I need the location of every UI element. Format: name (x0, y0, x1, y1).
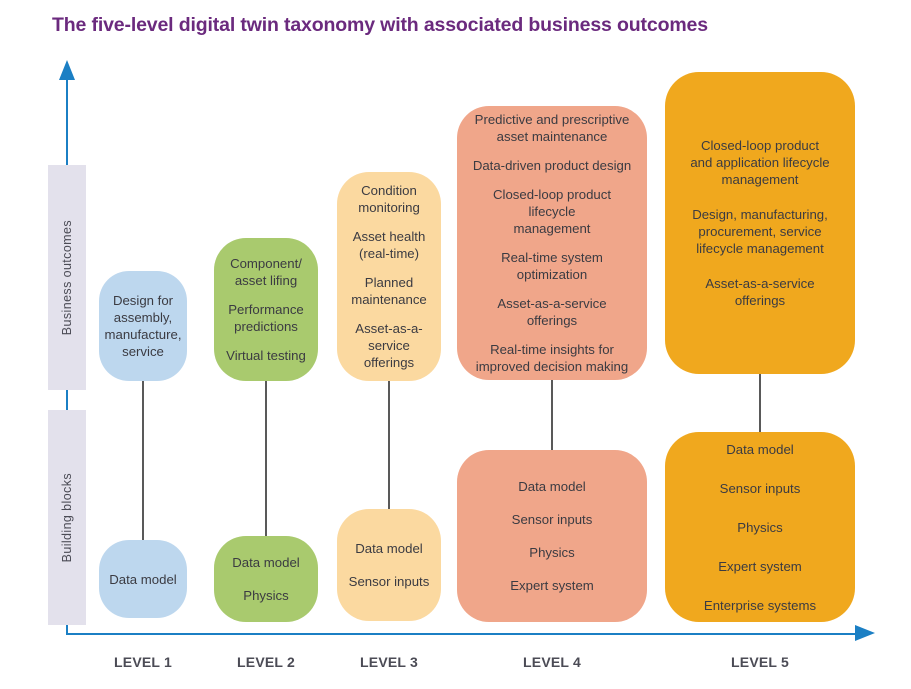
level-2-business-outcome-item: Virtual testing (226, 348, 306, 363)
level-5-building-blocks-box[interactable]: Data model Sensor inputs Physics Expert sys… (665, 432, 855, 622)
level-4-business-outcome-item: Closed-loop product lifecycle management (492, 187, 612, 236)
level-3-business-outcome-item: Asset-as-a- service offerings (355, 321, 423, 370)
page-title: The five-level digital twin taxonomy wit… (52, 14, 708, 36)
level-1-business-outcomes-box[interactable]: Design for assembly, manufacture, servic… (99, 271, 187, 381)
x-axis-label-level-2: LEVEL 2 (237, 654, 295, 670)
x-axis-arrow-icon (855, 625, 875, 641)
level-4-building-block-item: Physics (529, 545, 575, 560)
level-2-building-block-item: Physics (243, 588, 289, 603)
level-3-building-blocks-box[interactable]: Data model Sensor inputs (337, 509, 441, 621)
level-4-business-outcome-item: Asset-as-a-service offerings (497, 296, 607, 328)
level-5-business-outcome-item: Asset-as-a-service offerings (705, 276, 815, 308)
level-3-building-block-item: Data model (355, 541, 423, 556)
level-2-building-blocks-box[interactable]: Data model Physics (214, 536, 318, 622)
level-4-business-outcome-item: Predictive and prescriptive asset mainte… (474, 112, 630, 144)
level-4-business-outcome-item: Real-time system optimization (501, 250, 603, 282)
level-5-business-outcomes-box[interactable]: Closed-loop product and application life… (665, 72, 855, 374)
x-axis-line (66, 633, 859, 636)
level-5-building-block-item: Enterprise systems (703, 597, 817, 613)
level-5-building-block-item: Sensor inputs (719, 480, 801, 496)
level-3-business-outcomes-box[interactable]: Condition monitoring Asset health (real-t… (337, 172, 441, 381)
level-3-business-outcome-item: Asset health (real-time) (352, 229, 426, 261)
connector-line (265, 381, 267, 536)
level-5-building-block-item: Expert system (718, 558, 802, 574)
level-2-business-outcomes-box[interactable]: Component/ asset lifing Performance predi… (214, 238, 318, 381)
level-5-business-outcome-item: Design, manufacturing, procurement, serv… (692, 207, 828, 256)
x-axis-label-level-5: LEVEL 5 (731, 654, 789, 670)
level-4-building-block-item: Expert system (510, 578, 594, 593)
y-band-building-blocks-label: Building blocks (60, 472, 74, 563)
level-2-business-outcome-item: Performance predictions (228, 302, 304, 334)
connector-line (142, 381, 144, 540)
level-3-business-outcome-item: Planned maintenance (351, 275, 427, 307)
level-1-building-block-item: Data model (109, 571, 177, 587)
y-axis-arrow-icon (59, 60, 75, 80)
y-band-business-outcomes-label: Business outcomes (60, 219, 74, 336)
y-band-building-blocks: Building blocks (48, 410, 86, 625)
level-5-building-block-item: Physics (737, 519, 783, 535)
level-5-building-block-item: Data model (726, 441, 794, 457)
level-4-business-outcome-item: Data-driven product design (472, 158, 632, 173)
level-4-building-block-item: Sensor inputs (511, 512, 593, 527)
level-4-building-blocks-box[interactable]: Data model Sensor inputs Physics Expert sys… (457, 450, 647, 622)
level-1-building-blocks-box[interactable]: Data model (99, 540, 187, 618)
level-2-building-block-item: Data model (232, 555, 300, 570)
level-3-business-outcome-item: Condition monitoring (358, 183, 420, 215)
level-4-business-outcomes-box[interactable]: Predictive and prescriptive asset mainte… (457, 106, 647, 380)
connector-line (759, 374, 761, 432)
level-2-business-outcome-item: Component/ asset lifing (230, 256, 302, 288)
level-4-business-outcome-item: Real-time insights for improved decision… (475, 342, 629, 374)
x-axis-label-level-4: LEVEL 4 (523, 654, 581, 670)
level-3-building-block-item: Sensor inputs (348, 574, 430, 589)
connector-line (388, 381, 390, 509)
x-axis-label-level-1: LEVEL 1 (114, 654, 172, 670)
level-5-business-outcome-item: Closed-loop product and application life… (690, 138, 830, 187)
level-4-building-block-item: Data model (518, 479, 586, 494)
x-axis-label-level-3: LEVEL 3 (360, 654, 418, 670)
level-1-business-outcome-item: Design for assembly, manufacture, servic… (104, 293, 182, 359)
connector-line (551, 380, 553, 450)
y-band-business-outcomes: Business outcomes (48, 165, 86, 390)
